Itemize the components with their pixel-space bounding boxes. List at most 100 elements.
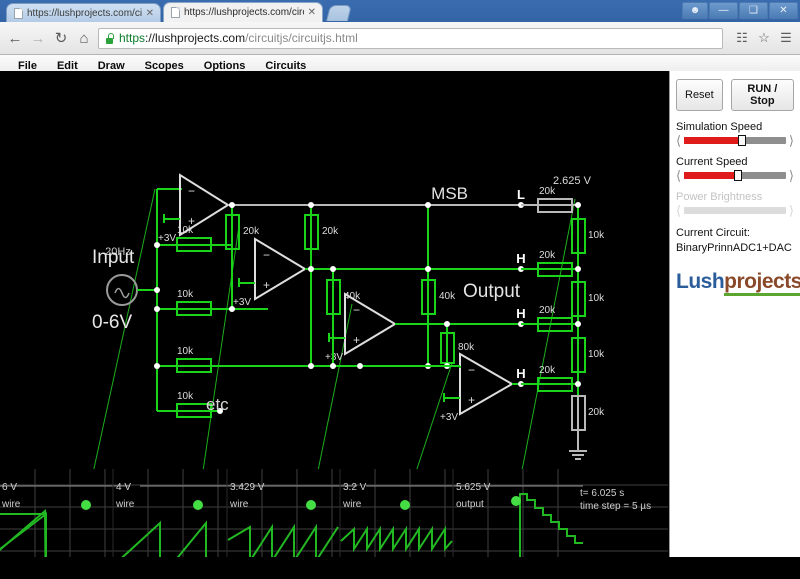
- logic-state-0: L: [517, 187, 525, 202]
- star-icon[interactable]: ☆: [756, 30, 772, 46]
- close-icon[interactable]: ✕: [308, 7, 316, 18]
- junction-dot: [330, 266, 336, 272]
- junction-dot: [229, 202, 235, 208]
- reload-icon[interactable]: ↻: [52, 29, 70, 47]
- close-window-button[interactable]: ✕: [769, 2, 798, 19]
- scope-0-top-value: 6 V: [2, 482, 17, 493]
- resistor-label-f3: 40k: [344, 291, 361, 302]
- scope-0-signal: wire: [1, 499, 21, 510]
- current-speed-label: Current Speed: [676, 156, 748, 168]
- input-label: Input: [92, 247, 135, 268]
- junction-dot: [575, 381, 581, 387]
- chevron-right-icon: ⟩: [788, 203, 794, 218]
- url-scheme: https: [119, 31, 146, 45]
- junction-dot: [575, 321, 581, 327]
- scope-area[interactable]: 6 V wire 4 V wire 3.429 V wire 3.2 V wir…: [0, 469, 668, 557]
- resistor-label-f2: 20k: [322, 226, 339, 237]
- chevron-left-icon[interactable]: ⟨: [676, 134, 681, 147]
- page-favicon: [171, 7, 180, 18]
- slider-knob[interactable]: [738, 135, 747, 146]
- url-path: /circuitjs/circuitjs.html: [245, 31, 358, 45]
- forward-icon[interactable]: →: [29, 29, 47, 47]
- opamp-minus-icon: −: [353, 303, 360, 317]
- tab-title: https://lushprojects.com/cir: [27, 7, 142, 19]
- profile-icon[interactable]: ☻: [682, 2, 708, 19]
- reset-button[interactable]: Reset: [676, 79, 723, 111]
- url-separator: ://: [145, 31, 156, 45]
- dac-resistor-label-1: 20k: [539, 250, 556, 261]
- run-stop-button[interactable]: RUN / Stop: [730, 79, 794, 111]
- junction-dot: [444, 321, 450, 327]
- resistor-label-f4: 40k: [439, 291, 456, 302]
- slider-knob[interactable]: [734, 170, 743, 181]
- input-source-group[interactable]: 20Hz Input 0-6V: [92, 246, 157, 333]
- chevron-right-icon[interactable]: ⟩: [789, 134, 794, 147]
- slider-fill: [684, 137, 743, 144]
- ladder-resistor-label-2: 10k: [588, 349, 605, 360]
- resistor-label-f1: 20k: [243, 226, 260, 237]
- sim-time-label: t= 6.025 s: [580, 488, 624, 499]
- opamp-bias-label: +3V: [440, 412, 458, 423]
- slider-track[interactable]: [684, 135, 786, 146]
- opamp-minus-icon: −: [188, 184, 195, 198]
- lushprojects-logo[interactable]: Lushprojects: [676, 269, 800, 296]
- apps-icon[interactable]: ☷: [734, 30, 750, 46]
- opamp-plus-icon: +: [353, 333, 360, 347]
- junction-dot: [308, 266, 314, 272]
- opamp-plus-icon: +: [188, 214, 195, 228]
- control-sidebar: Reset RUN / Stop Simulation Speed ⟨ ⟩ Cu…: [669, 71, 800, 557]
- source-range-label: 0-6V: [92, 312, 132, 333]
- junction-dot: [357, 363, 363, 369]
- slider-track[interactable]: [684, 170, 786, 181]
- circuit-canvas[interactable]: 20Hz Input 0-6V 10k 10k 10k 10k etc − + …: [0, 71, 668, 557]
- dac-resistor-label-3: 20k: [539, 365, 556, 376]
- simulation-buttons: Reset RUN / Stop: [676, 79, 794, 111]
- current-circuit-name: BinaryPrinnADC1+DAC: [676, 241, 792, 254]
- circuit-schematic[interactable]: 20Hz Input 0-6V 10k 10k 10k 10k etc − + …: [0, 71, 668, 557]
- node-voltage-label: 2.625 V: [553, 175, 592, 187]
- resistor-label-f5: 80k: [458, 342, 475, 353]
- simulation-speed-slider[interactable]: ⟨ ⟩: [676, 134, 794, 147]
- junction-dot: [330, 363, 336, 369]
- browser-toolbar: ← → ↻ ⌂ https://lushprojects.com/circuit…: [0, 22, 800, 55]
- browser-tab-2[interactable]: https://lushprojects.com/circ ✕: [163, 2, 323, 22]
- circuit-simulator: 20Hz Input 0-6V 10k 10k 10k 10k etc − + …: [0, 71, 800, 557]
- junction-dot: [425, 202, 431, 208]
- chevron-right-icon[interactable]: ⟩: [789, 169, 794, 182]
- power-brightness-slider: ⟨ ⟩: [676, 204, 794, 217]
- sim-timestep-label: time step = 5 µs: [580, 501, 651, 512]
- page-favicon: [14, 7, 23, 19]
- opamp-4[interactable]: − + +3V: [440, 352, 545, 423]
- output-label: Output: [463, 281, 521, 302]
- url-host: lushprojects.com: [155, 31, 246, 45]
- home-icon[interactable]: ⌂: [75, 29, 93, 47]
- logic-state-2: H: [516, 306, 525, 321]
- ground-icon: [568, 442, 588, 460]
- current-speed-slider[interactable]: ⟨ ⟩: [676, 169, 794, 182]
- resistor-label-r2: 10k: [177, 289, 194, 300]
- menu-icon[interactable]: ☰: [778, 30, 794, 46]
- chevron-left-icon[interactable]: ⟨: [676, 169, 681, 182]
- scope-4-signal: output: [456, 499, 484, 510]
- ladder-resistor-label-0: 10k: [588, 230, 605, 241]
- chevron-left-icon: ⟨: [676, 203, 682, 218]
- new-tab-button[interactable]: [326, 5, 352, 21]
- junction-dot: [425, 266, 431, 272]
- resistor-label-r4: 10k: [177, 391, 194, 402]
- opamp-1[interactable]: − + +3V: [158, 173, 545, 244]
- opamp-minus-icon: −: [468, 363, 475, 377]
- address-bar[interactable]: https://lushprojects.com/circuitjs/circu…: [98, 27, 723, 49]
- opamp-plus-icon: +: [263, 278, 270, 292]
- restore-button[interactable]: ❑: [739, 2, 768, 19]
- close-icon[interactable]: ✕: [146, 8, 154, 19]
- slider-fill: [684, 172, 739, 179]
- dac-series-resistors[interactable]: 20k 20k 20k 20k: [521, 186, 578, 392]
- current-circuit-label: Current Circuit:: [676, 227, 750, 239]
- back-icon[interactable]: ←: [6, 29, 24, 47]
- browser-chrome: https://lushprojects.com/cir ✕ https://l…: [0, 0, 800, 77]
- logic-state-3: H: [516, 366, 525, 381]
- minimize-button[interactable]: —: [709, 2, 738, 19]
- scope-2-signal: wire: [229, 499, 249, 510]
- dac-resistor-label-0: 20k: [539, 186, 556, 197]
- browser-tab-1[interactable]: https://lushprojects.com/cir ✕: [6, 3, 161, 22]
